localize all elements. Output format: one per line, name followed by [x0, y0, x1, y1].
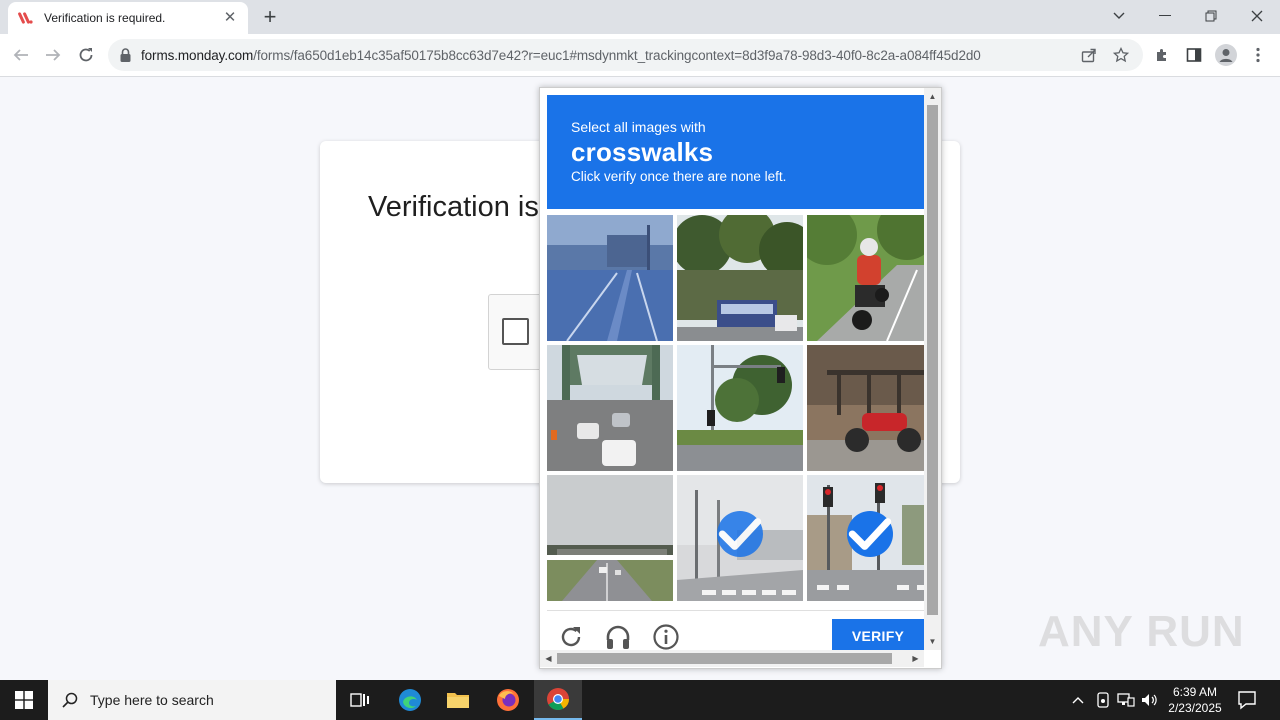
popup-vertical-scrollbar[interactable]: ▲ ▼	[924, 88, 941, 650]
challenge-tile-1[interactable]	[547, 215, 673, 341]
chrome-icon	[547, 688, 569, 710]
challenge-header: Select all images with crosswalks Click …	[547, 95, 924, 209]
tray-overflow-chevron-icon[interactable]	[1068, 690, 1088, 710]
reload-challenge-icon[interactable]	[557, 623, 585, 651]
parked-motorbike-image	[807, 345, 933, 471]
close-window-button[interactable]	[1234, 0, 1280, 32]
scroll-down-arrow-icon[interactable]: ▼	[924, 633, 941, 650]
tile-selected-check-icon	[717, 511, 763, 557]
challenge-tile-5[interactable]	[677, 345, 803, 471]
browser-toolbar: forms.monday.com/forms/fa650d1eb14c35af5…	[0, 34, 1280, 77]
challenge-tile-3[interactable]	[807, 215, 933, 341]
taskbar-clock[interactable]: 6:39 AM 2/23/2025	[1166, 684, 1224, 716]
traffic-light-tree-image	[677, 345, 803, 471]
scroll-right-arrow-icon[interactable]: ▶	[907, 650, 924, 667]
tab-strip: Verification is required. ✕ +	[0, 0, 1280, 34]
audio-challenge-icon[interactable]	[604, 623, 632, 651]
tab-close-icon[interactable]: ✕	[222, 10, 238, 26]
page-viewport: Verification is required. Select all ima…	[0, 77, 1280, 680]
bridge-traffic-image	[547, 345, 673, 471]
captcha-challenge-popup: Select all images with crosswalks Click …	[539, 87, 942, 669]
extensions-button[interactable]	[1147, 40, 1177, 70]
reload-button[interactable]	[71, 40, 101, 70]
challenge-tile-6[interactable]	[807, 345, 933, 471]
volume-icon[interactable]	[1140, 690, 1160, 710]
overpass-highway-image	[547, 475, 673, 601]
anyrun-watermark: ANY RUN	[1038, 607, 1245, 656]
new-tab-button[interactable]: +	[256, 4, 284, 32]
bus-trees-image	[677, 215, 803, 341]
captcha-checkbox[interactable]	[502, 318, 529, 345]
restore-button[interactable]	[1188, 0, 1234, 32]
challenge-keyword: crosswalks	[571, 137, 714, 167]
firefox-icon	[497, 689, 519, 711]
horizontal-scroll-thumb[interactable]	[557, 653, 892, 664]
forward-button[interactable]	[38, 40, 68, 70]
menu-button[interactable]	[1243, 40, 1273, 70]
minimize-button[interactable]	[1142, 0, 1188, 32]
tile-selected-check-icon	[847, 511, 893, 557]
profile-button[interactable]	[1211, 40, 1241, 70]
notification-center-icon[interactable]	[1234, 688, 1260, 712]
search-icon	[62, 692, 78, 708]
lock-icon	[120, 48, 131, 62]
windows-logo-icon	[15, 691, 33, 709]
windows-taskbar: Type here to search 6:39 AM 2/23/2025	[0, 680, 1280, 720]
task-view-button[interactable]	[336, 680, 384, 720]
tray-device-icon[interactable]	[1093, 690, 1113, 710]
avatar-icon	[1215, 44, 1237, 66]
taskbar-chrome[interactable]	[534, 680, 582, 720]
start-button[interactable]	[0, 680, 48, 720]
motorcycle-rider-image	[807, 215, 933, 341]
challenge-tile-2[interactable]	[677, 215, 803, 341]
network-icon[interactable]	[1116, 690, 1136, 710]
back-arrow-icon	[13, 49, 28, 61]
taskbar-search-box[interactable]: Type here to search	[48, 680, 336, 720]
info-icon[interactable]	[652, 623, 680, 651]
reload-icon	[79, 48, 93, 62]
popup-horizontal-scrollbar[interactable]: ◀ ▶	[540, 650, 924, 667]
puzzle-icon	[1157, 49, 1166, 61]
address-bar[interactable]: forms.monday.com/forms/fa650d1eb14c35af5…	[108, 39, 1143, 71]
challenge-lead-text: Select all images with	[571, 119, 706, 135]
side-panel-button[interactable]	[1179, 40, 1209, 70]
scroll-up-arrow-icon[interactable]: ▲	[924, 88, 941, 105]
forward-arrow-icon	[46, 49, 61, 61]
search-placeholder: Type here to search	[90, 692, 214, 708]
back-button[interactable]	[6, 40, 36, 70]
kebab-menu-icon	[1256, 47, 1260, 63]
monday-favicon-icon	[18, 12, 33, 24]
taskbar-file-explorer[interactable]	[434, 680, 482, 720]
bookmark-star-icon[interactable]	[1113, 47, 1129, 63]
tab-title: Verification is required.	[44, 11, 166, 25]
side-panel-icon	[1186, 48, 1202, 62]
scroll-left-arrow-icon[interactable]: ◀	[540, 650, 557, 667]
url-text[interactable]: forms.monday.com/forms/fa650d1eb14c35af5…	[141, 48, 1061, 63]
challenge-tile-4[interactable]	[547, 345, 673, 471]
taskbar-firefox[interactable]	[484, 680, 532, 720]
challenge-tile-9[interactable]	[807, 475, 933, 601]
task-view-icon	[350, 693, 369, 707]
clock-time: 6:39 AM	[1172, 685, 1218, 699]
browser-tab[interactable]: Verification is required. ✕	[8, 2, 248, 34]
edge-icon	[399, 689, 421, 711]
challenge-tile-8[interactable]	[677, 475, 803, 601]
verify-button[interactable]: VERIFY	[832, 619, 924, 653]
challenge-instruction: Click verify once there are none left.	[571, 169, 787, 184]
challenge-tile-7[interactable]	[547, 475, 673, 601]
folder-icon	[447, 693, 469, 708]
share-icon[interactable]	[1081, 47, 1097, 63]
highway-image	[547, 215, 673, 341]
taskbar-edge[interactable]	[386, 680, 434, 720]
vertical-scroll-thumb[interactable]	[927, 105, 938, 615]
clock-date: 2/23/2025	[1168, 701, 1222, 715]
challenge-footer: VERIFY	[547, 610, 924, 653]
tab-search-chevron-icon[interactable]	[1096, 0, 1142, 32]
